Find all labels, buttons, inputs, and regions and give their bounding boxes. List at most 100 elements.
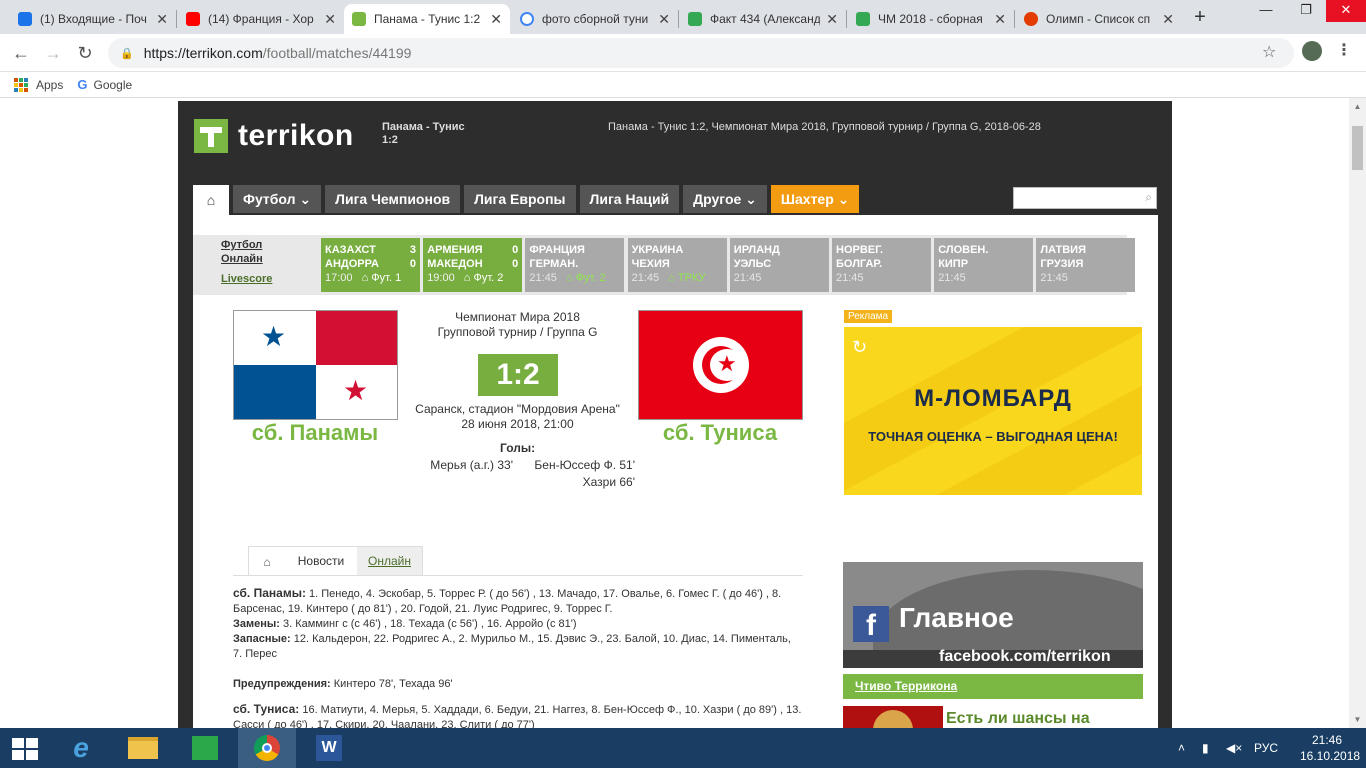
away-team: ГЕРМАН. <box>529 258 579 270</box>
search-icon[interactable]: ⌕ <box>1145 190 1152 205</box>
chrome-menu-icon[interactable]: ⋮ <box>1336 40 1352 60</box>
chrome-taskbar-icon[interactable] <box>238 728 296 768</box>
site-search-input[interactable]: ⌕ <box>1013 187 1157 209</box>
page-scrollbar[interactable]: ▲ ▼ <box>1349 98 1366 728</box>
close-tab-icon[interactable]: ✕ <box>1162 11 1174 28</box>
browser-tab[interactable]: (14) Франция - Хор ✕ <box>178 4 344 34</box>
warnings-text: Кинтеро 78', Техада 96' <box>333 678 453 690</box>
internet-explorer-icon[interactable]: e <box>52 728 110 768</box>
google-icon <box>520 12 534 26</box>
browser-tab[interactable]: фото сборной туни ✕ <box>512 4 678 34</box>
ad-banner[interactable]: ↻ М-ЛОМБАРД ТОЧНАЯ ОЦЕНКА – ВЫГОДНАЯ ЦЕН… <box>844 327 1142 495</box>
system-clock[interactable]: 21:46 16.10.2018 <box>1300 732 1360 764</box>
close-tab-icon[interactable]: ✕ <box>490 11 502 28</box>
refresh-icon[interactable]: ↻ <box>852 337 867 358</box>
bookmark-label: Apps <box>36 77 64 92</box>
site-logo[interactable]: terrikon <box>194 119 354 153</box>
home-lineup: сб. Панамы: 1. Пенедо, 4. Эскобар, 5. То… <box>233 586 803 662</box>
bookmark-google[interactable]: G Google <box>77 77 132 92</box>
close-tab-icon[interactable]: ✕ <box>324 11 336 28</box>
store-icon[interactable] <box>176 728 234 768</box>
tab-online[interactable]: Онлайн <box>357 547 422 576</box>
livescore-match[interactable]: СЛОВЕН. КИПР 21:45 <box>934 238 1034 292</box>
nav-nations-league[interactable]: Лига Наций <box>579 185 680 213</box>
tray-chevron-icon[interactable]: ˄ <box>1178 728 1185 768</box>
close-tab-icon[interactable]: ✕ <box>826 11 838 28</box>
close-tab-icon[interactable]: ✕ <box>156 11 168 28</box>
tv-channel: ⌂ ТРКУ <box>665 272 706 284</box>
article-title[interactable]: Есть ли шансы на <box>946 710 1090 728</box>
tab-news[interactable]: Новости <box>285 547 357 576</box>
word-icon[interactable]: W <box>300 728 358 768</box>
close-tab-icon[interactable]: ✕ <box>994 11 1006 28</box>
url-input[interactable]: 🔒 https://terrikon.com/football/matches/… <box>108 38 1294 68</box>
tournament-stage: Групповой турнир / Группа G <box>437 325 598 339</box>
chtivo-link[interactable]: Чтиво Терриконa <box>843 674 1143 699</box>
article-thumbnail[interactable] <box>843 706 943 728</box>
livescore-match[interactable]: ФРАНЦИЯ ГЕРМАН. 21:45 ⌂ Фут. 2 <box>525 238 625 292</box>
bookmark-apps[interactable]: Apps <box>14 77 64 92</box>
away-team-name[interactable]: сб. Туниса <box>620 420 820 446</box>
facebook-promo[interactable]: f Главное facebook.com/terrikon <box>843 562 1143 668</box>
away-goal: Хазри 66' <box>582 475 635 489</box>
terrikon-logo-icon <box>194 119 228 153</box>
reload-icon[interactable]: ↻ <box>72 40 98 66</box>
nav-champions-league[interactable]: Лига Чемпионов <box>325 185 461 213</box>
network-icon[interactable]: ▮ <box>1202 728 1209 768</box>
restore-button[interactable]: ❐ <box>1286 0 1326 22</box>
nav-europa-league[interactable]: Лига Европы <box>464 185 576 213</box>
away-score: 0 <box>409 258 416 270</box>
facebook-promo-title: Главное <box>899 602 1014 633</box>
match-time: 21:45 <box>836 272 864 284</box>
close-tab-icon[interactable]: ✕ <box>658 11 670 28</box>
livescore-match[interactable]: ИРЛАНД УЭЛЬС 21:45 <box>729 238 829 292</box>
forward-icon[interactable]: → <box>40 40 66 66</box>
match-time: 21:45 <box>529 272 557 284</box>
volume-icon[interactable]: ◀× <box>1226 728 1242 768</box>
livescore-link[interactable]: Livescore <box>221 272 311 286</box>
bookmark-star-icon[interactable]: ☆ <box>1262 42 1276 62</box>
livescore-match[interactable]: КАЗАХСТ 3 АНДОРРА 0 17:00 ⌂ Фут. 1 <box>321 238 420 292</box>
livescore-match[interactable]: НОРВЕГ. БОЛГАР. 21:45 <box>832 238 931 292</box>
home-icon[interactable]: ⌂ <box>249 555 285 569</box>
scroll-thumb[interactable] <box>1352 126 1363 170</box>
nav-football[interactable]: Футбол ⌄ <box>233 185 322 213</box>
scroll-down-icon[interactable]: ▼ <box>1349 711 1366 728</box>
language-indicator[interactable]: РУС <box>1254 728 1278 768</box>
ad-slogan: ТОЧНАЯ ОЦЕНКА – ВЫГОДНАЯ ЦЕНА! <box>868 429 1118 444</box>
back-icon[interactable]: ← <box>8 40 34 66</box>
sheets-icon <box>856 12 870 26</box>
livescore-match[interactable]: УКРАИНА ЧЕХИЯ 21:45 ⌂ ТРКУ <box>627 238 727 292</box>
apps-grid-icon <box>14 77 28 92</box>
new-tab-button[interactable]: + <box>1188 5 1212 29</box>
olimp-icon <box>1024 12 1038 26</box>
url-path: /football/matches/44199 <box>262 45 412 61</box>
tv-channel: ⌂ Фут. 2 <box>460 272 504 284</box>
livescore-match[interactable]: ЛАТВИЯ ГРУЗИЯ 21:45 <box>1036 238 1136 292</box>
tab-title: фото сборной туни <box>542 12 649 26</box>
scroll-up-icon[interactable]: ▲ <box>1349 98 1366 115</box>
livescore-match[interactable]: АРМЕНИЯ 0 МАКЕДОН 0 19:00 ⌂ Фут. 2 <box>423 238 523 292</box>
browser-tab[interactable]: (1) Входящие - Поч ✕ <box>10 4 176 34</box>
browser-tab[interactable]: ЧМ 2018 - сборная ✕ <box>848 4 1014 34</box>
browser-tab[interactable]: Олимп - Список сп ✕ <box>1016 4 1182 34</box>
minimize-button[interactable]: — <box>1246 0 1286 22</box>
browser-tab-active[interactable]: Панама - Тунис 1:2 ✕ <box>344 4 510 34</box>
home-team-name[interactable]: сб. Панамы <box>215 420 415 446</box>
away-lineup-text: 16. Матиути, 4. Мерья, 5. Хаддади, 6. Бе… <box>233 704 802 728</box>
file-explorer-icon[interactable] <box>114 728 172 768</box>
nav-other[interactable]: Другое ⌄ <box>683 185 767 213</box>
home-lineup-text: 1. Пенедо, 4. Эскобар, 5. Торрес Р. ( до… <box>233 588 782 615</box>
browser-tab[interactable]: Факт 434 (Александ ✕ <box>680 4 846 34</box>
home-score: 0 <box>512 244 519 256</box>
star-icon: ★ <box>717 351 737 376</box>
football-online-link[interactable]: Футбол Онлайн <box>221 238 271 266</box>
start-button[interactable] <box>0 728 58 768</box>
terrikon-icon <box>352 12 366 26</box>
home-icon[interactable]: ⌂ <box>193 185 229 215</box>
close-window-button[interactable]: ✕ <box>1326 0 1366 22</box>
home-lineup-title: сб. Панамы: <box>233 586 306 600</box>
warnings: Предупреждения: Кинтеро 78', Техада 96' <box>233 677 803 692</box>
nav-shakhtar[interactable]: Шахтер ⌄ <box>770 185 860 213</box>
profile-avatar[interactable] <box>1302 41 1322 61</box>
